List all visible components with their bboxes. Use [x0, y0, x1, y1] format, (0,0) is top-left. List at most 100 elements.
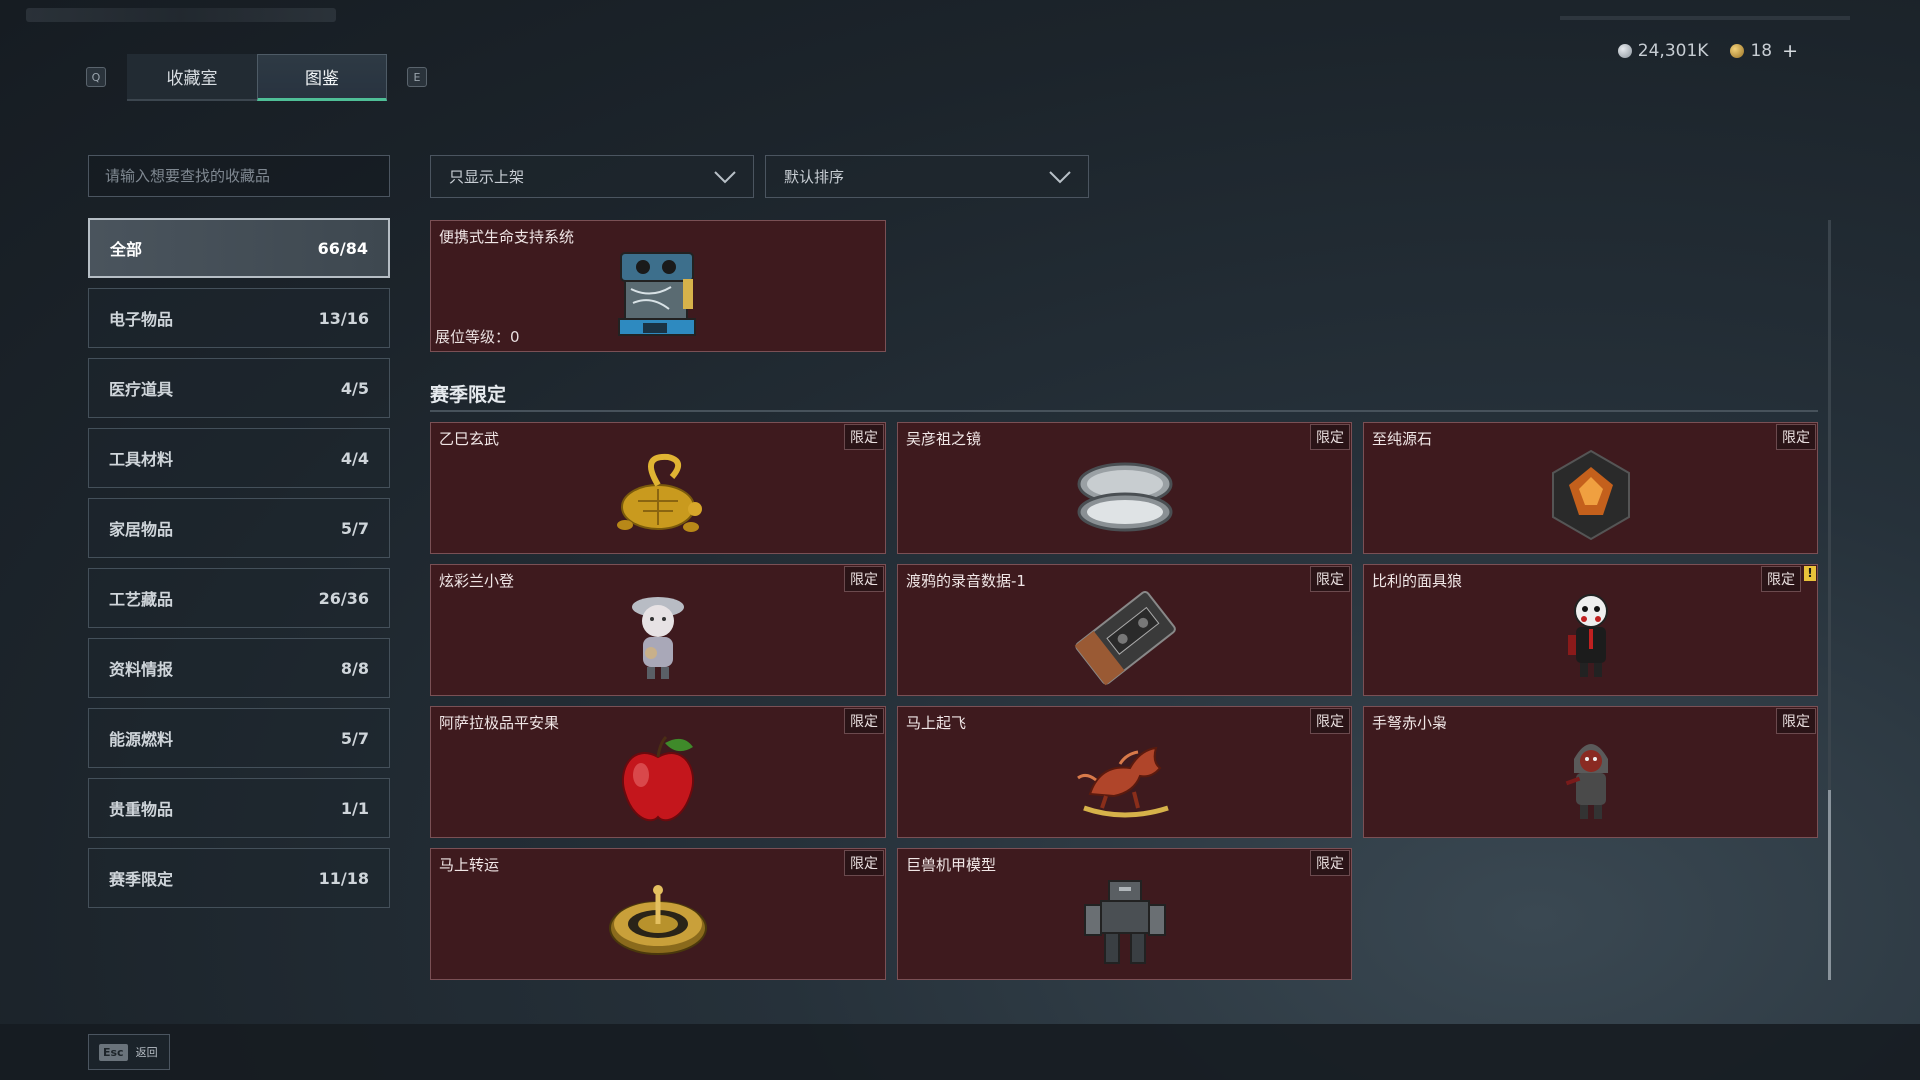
limited-badge: 限定	[1776, 424, 1816, 450]
back-label: 返回	[135, 1046, 158, 1059]
category-label: 贵重物品	[109, 800, 174, 819]
category-count: 66/84	[317, 238, 368, 258]
category-count: 13/16	[318, 308, 369, 328]
category-label: 家居物品	[109, 520, 174, 539]
item-card[interactable]: 炫彩兰小登 限定	[430, 564, 886, 696]
category-fuel[interactable]: 能源燃料 5/7	[88, 708, 390, 768]
category-label: 能源燃料	[109, 730, 174, 749]
golden-turtle-icon	[617, 453, 702, 532]
item-card[interactable]: 阿萨拉极品平安果 限定	[430, 706, 886, 838]
gold-amount: 18	[1750, 41, 1773, 61]
silver-amount: 24,301K	[1637, 41, 1709, 61]
display-filter-dropdown[interactable]: 只显示上架	[430, 155, 754, 198]
item-card[interactable]: 吴彦祖之镜 限定	[897, 422, 1352, 554]
section-divider	[430, 410, 1818, 412]
back-button[interactable]: Esc 返回	[88, 1034, 170, 1070]
category-label: 医疗道具	[109, 380, 174, 399]
category-count: 8/8	[340, 658, 369, 678]
item-title: 便携式生命支持系统	[439, 228, 575, 246]
item-card[interactable]: 马上起飞 限定	[897, 706, 1352, 838]
category-count: 4/4	[340, 448, 369, 468]
category-count: 5/7	[340, 728, 369, 748]
limited-badge: 限定	[1310, 708, 1350, 734]
blurred-header	[26, 8, 336, 22]
category-valuables[interactable]: 贵重物品 1/1	[88, 778, 390, 838]
chevron-down-icon	[714, 170, 736, 183]
category-crafts[interactable]: 工艺藏品 26/36	[88, 568, 390, 628]
item-title: 马上转运	[439, 856, 500, 874]
item-title: 乙巳玄武	[439, 430, 500, 448]
collection-search-input[interactable]	[88, 155, 390, 197]
limited-badge: 限定	[844, 708, 884, 734]
category-medical[interactable]: 医疗道具 4/5	[88, 358, 390, 418]
add-currency-button[interactable]: +	[1782, 40, 1798, 62]
gold-coin-icon	[1730, 44, 1745, 58]
category-label: 工具材料	[109, 450, 174, 469]
category-label: 工艺藏品	[109, 590, 174, 609]
category-list: 全部 66/84 电子物品 13/16 医疗道具 4/5 工具材料 4/4 家居…	[88, 218, 390, 918]
new-alert-icon: !	[1804, 566, 1816, 581]
limited-badge: 限定	[1310, 850, 1350, 876]
source-stone-icon	[1551, 449, 1630, 540]
silver-currency: 24,301K	[1617, 40, 1709, 62]
sort-dropdown[interactable]: 默认排序	[765, 155, 1089, 198]
tab-catalog[interactable]: 图鉴	[257, 54, 387, 101]
limited-badge: 限定	[1310, 566, 1350, 592]
sort-value: 默认排序	[784, 168, 845, 186]
scrollbar-thumb[interactable]	[1828, 790, 1831, 980]
featured-item-card[interactable]: 便携式生命支持系统 展位等级：0	[430, 220, 886, 352]
cassette-tape-icon	[1074, 590, 1176, 685]
limited-badge: 限定	[1761, 566, 1801, 592]
category-intel[interactable]: 资料情报 8/8	[88, 638, 390, 698]
category-household[interactable]: 家居物品 5/7	[88, 498, 390, 558]
item-card[interactable]: 渡鸦的录音数据-1 限定	[897, 564, 1352, 696]
category-count: 11/18	[318, 868, 369, 888]
gold-currency[interactable]: 18 +	[1730, 40, 1798, 62]
display-filter-value: 只显示上架	[449, 168, 525, 186]
limited-badge: 限定	[1310, 424, 1350, 450]
category-count: 4/5	[340, 378, 369, 398]
item-title: 至纯源石	[1372, 430, 1433, 448]
chevron-down-icon	[1049, 170, 1071, 183]
item-title: 马上起飞	[906, 714, 967, 732]
currency-display: 24,301K 18 +	[1617, 40, 1798, 62]
category-label: 电子物品	[109, 310, 174, 329]
esc-key-hint: Esc	[99, 1043, 128, 1061]
item-title: 炫彩兰小登	[439, 572, 515, 590]
item-card[interactable]: 乙巳玄武 限定	[430, 422, 886, 554]
item-title: 手弩赤小枭	[1372, 714, 1448, 732]
limited-badge: 限定	[844, 850, 884, 876]
category-season-limited[interactable]: 赛季限定 11/18	[88, 848, 390, 908]
item-title: 吴彦祖之镜	[906, 430, 982, 448]
item-title: 渡鸦的录音数据-1	[906, 572, 1026, 590]
category-tools[interactable]: 工具材料 4/4	[88, 428, 390, 488]
item-card[interactable]: 手弩赤小枭 限定	[1363, 706, 1818, 838]
hooded-doll-icon	[1565, 743, 1608, 819]
tab-collection-room[interactable]: 收藏室	[127, 54, 257, 101]
main-tabs: 收藏室 图鉴	[127, 54, 387, 101]
flying-horse-icon	[1076, 746, 1169, 817]
limited-badge: 限定	[844, 566, 884, 592]
life-support-device-icon	[618, 251, 696, 336]
category-all[interactable]: 全部 66/84	[88, 218, 390, 278]
bottom-bar	[0, 1024, 1920, 1080]
apple-icon	[621, 735, 695, 821]
item-card[interactable]: 马上转运 限定	[430, 848, 886, 980]
category-electronics[interactable]: 电子物品 13/16	[88, 288, 390, 348]
item-title: 巨兽机甲模型	[906, 856, 997, 874]
limited-badge: 限定	[844, 424, 884, 450]
compact-mirror-icon	[1077, 462, 1172, 531]
item-card[interactable]: 至纯源石 限定	[1363, 422, 1818, 554]
silver-coin-icon	[1617, 44, 1632, 58]
category-count: 26/36	[318, 588, 369, 608]
item-card[interactable]: 比利的面具狼 限定 !	[1363, 564, 1818, 696]
display-level: 展位等级：0	[435, 328, 520, 346]
category-label: 资料情报	[109, 660, 174, 679]
doll-figure-icon	[632, 596, 684, 679]
section-title: 赛季限定	[430, 384, 507, 406]
limited-badge: 限定	[1776, 708, 1816, 734]
category-label: 全部	[110, 240, 143, 259]
category-label: 赛季限定	[109, 870, 174, 889]
item-title: 阿萨拉极品平安果	[439, 714, 560, 732]
item-card[interactable]: 巨兽机甲模型 限定	[897, 848, 1352, 980]
